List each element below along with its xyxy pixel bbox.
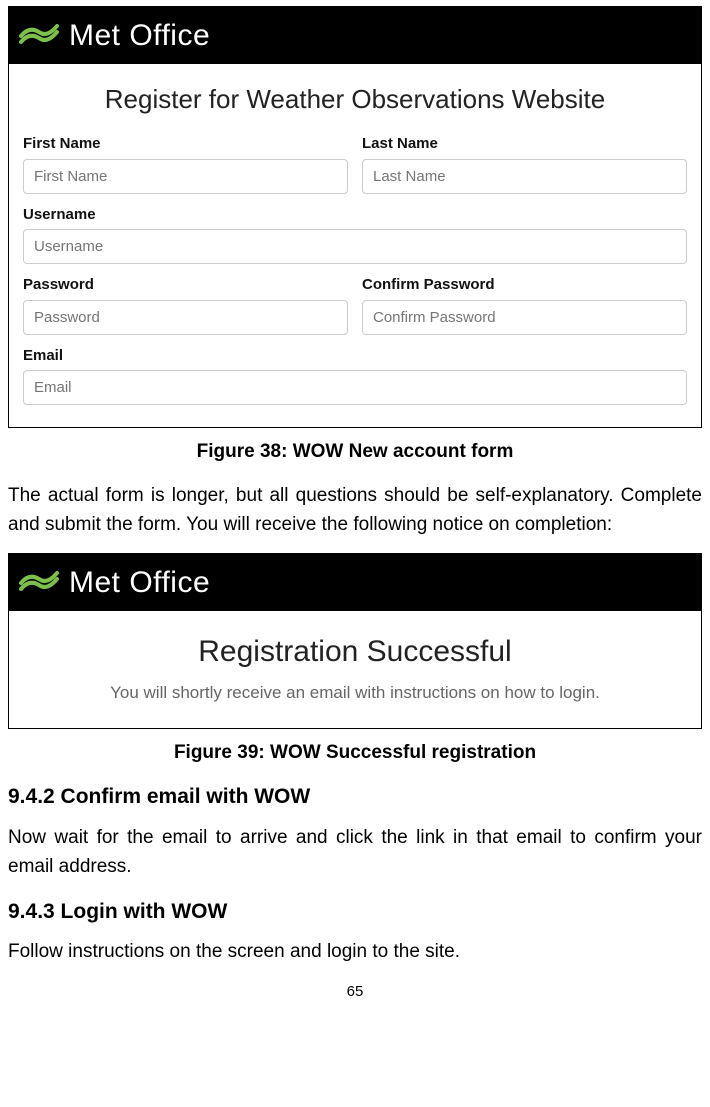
password-input[interactable] xyxy=(23,300,348,335)
met-office-logo-icon xyxy=(19,569,59,597)
registration-success-title: Registration Successful xyxy=(19,629,691,674)
username-label: Username xyxy=(23,204,687,227)
brand-text: Met Office xyxy=(69,13,210,58)
met-office-header: Met Office xyxy=(9,7,701,64)
section-942-heading: 9.4.2 Confirm email with WOW xyxy=(8,781,702,813)
username-input[interactable] xyxy=(23,229,687,264)
confirm-password-input[interactable] xyxy=(362,300,687,335)
brand-text-2: Met Office xyxy=(69,560,210,605)
last-name-input[interactable] xyxy=(362,159,687,194)
registration-success-subtitle: You will shortly receive an email with i… xyxy=(19,680,691,706)
register-form-body: Register for Weather Observations Websit… xyxy=(9,64,701,427)
met-office-logo-icon xyxy=(19,22,59,50)
section-942-body: Now wait for the email to arrive and cli… xyxy=(8,823,702,882)
password-label: Password xyxy=(23,274,348,297)
registration-success-body: Registration Successful You will shortly… xyxy=(9,611,701,728)
figure-38-caption: Figure 38: WOW New account form xyxy=(8,438,702,467)
confirm-password-label: Confirm Password xyxy=(362,274,687,297)
page-number: 65 xyxy=(8,981,702,1004)
figure-38-box: Met Office Register for Weather Observat… xyxy=(8,6,702,428)
paragraph-form-explanation: The actual form is longer, but all quest… xyxy=(8,481,702,540)
first-name-label: First Name xyxy=(23,133,348,156)
met-office-header-2: Met Office xyxy=(9,554,701,611)
figure-39-box: Met Office Registration Successful You w… xyxy=(8,553,702,729)
first-name-input[interactable] xyxy=(23,159,348,194)
email-input[interactable] xyxy=(23,370,687,405)
register-form-title: Register for Weather Observations Websit… xyxy=(23,80,687,119)
figure-39-caption: Figure 39: WOW Successful registration xyxy=(8,739,702,768)
section-943-body: Follow instructions on the screen and lo… xyxy=(8,937,702,966)
email-label: Email xyxy=(23,345,687,368)
section-943-heading: 9.4.3 Login with WOW xyxy=(8,896,702,928)
last-name-label: Last Name xyxy=(362,133,687,156)
